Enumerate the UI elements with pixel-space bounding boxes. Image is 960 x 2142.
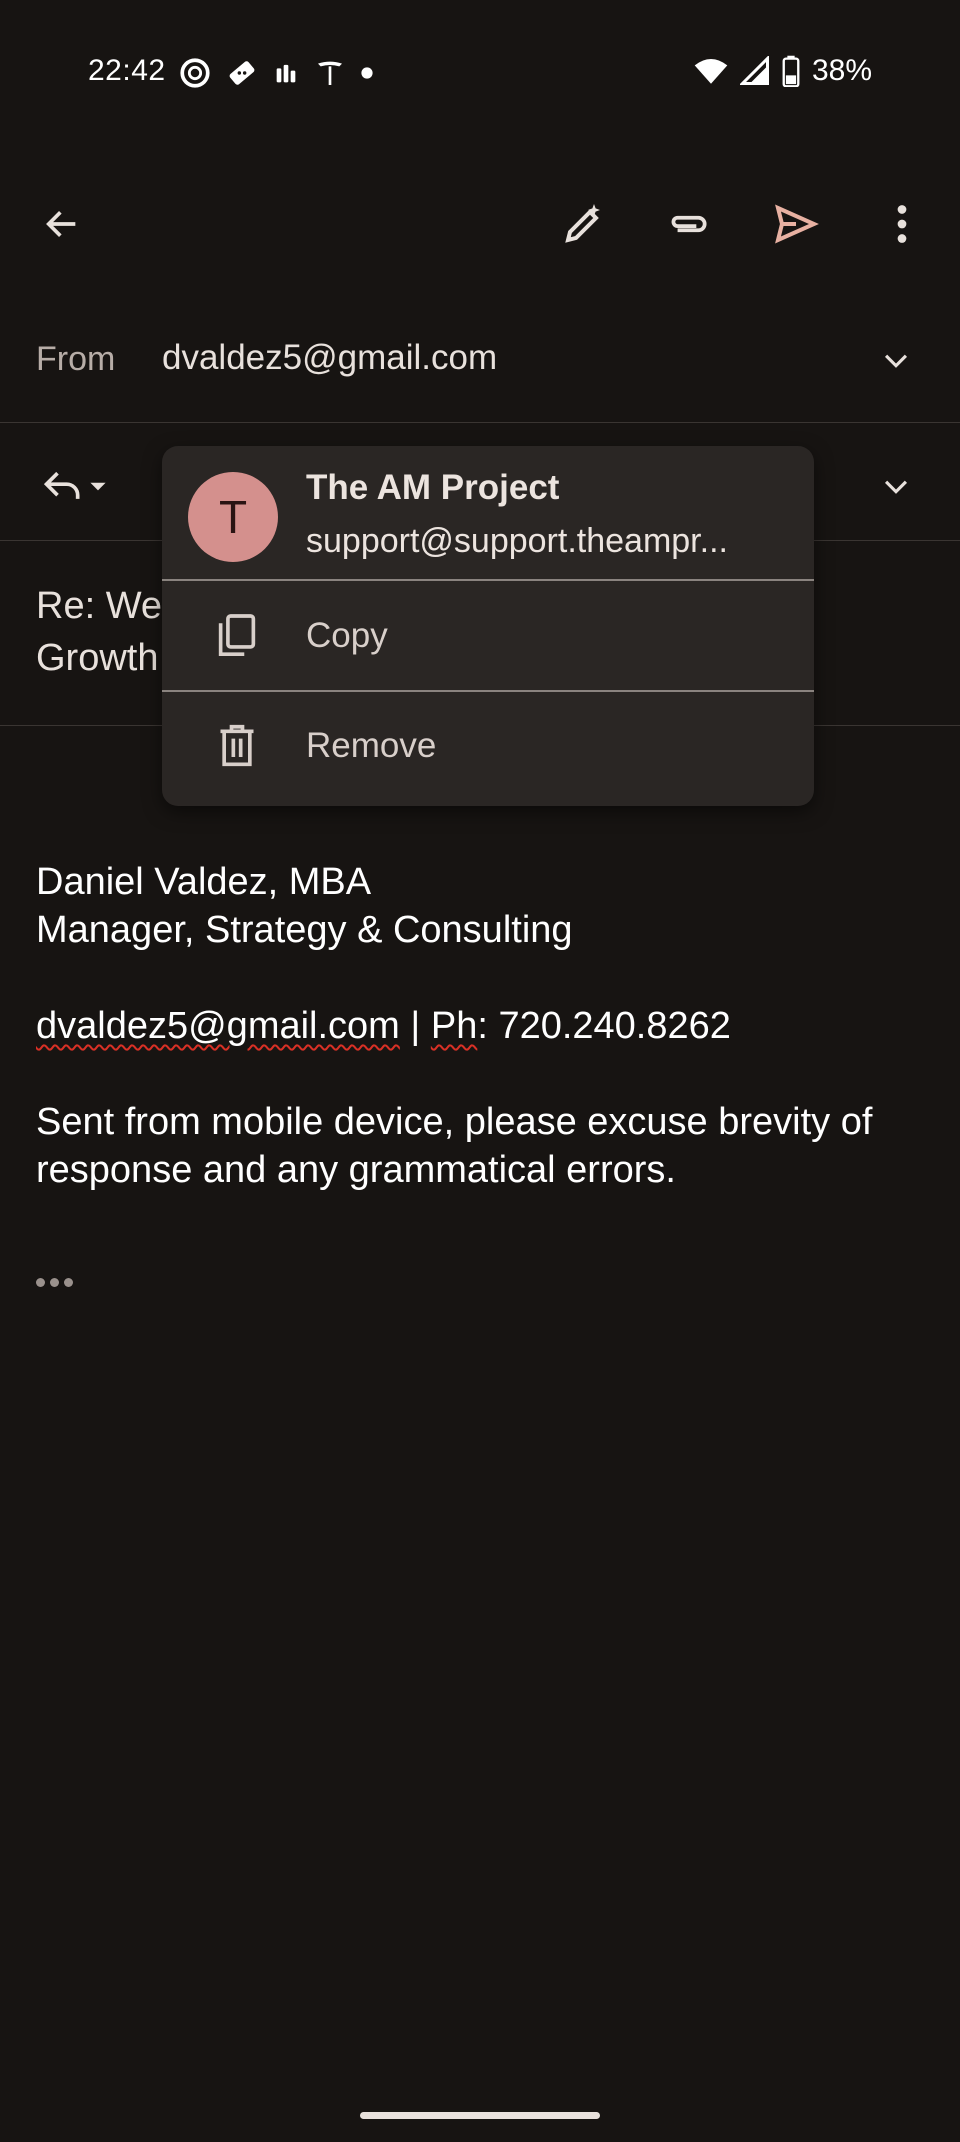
reply-type-button[interactable] (26, 450, 126, 522)
copy-menu-item[interactable]: Copy (162, 582, 814, 690)
dot-icon (361, 67, 373, 79)
chatgpt-icon (180, 58, 210, 88)
from-address[interactable]: dvaldez5@gmail.com (162, 338, 497, 378)
battery-percent: 38% (811, 54, 872, 87)
phone-prefix: Ph (430, 1005, 478, 1047)
chevron-down-icon (884, 480, 908, 494)
copy-icon (218, 614, 256, 656)
from-expand-button[interactable] (860, 324, 932, 396)
dropdown-arrow-icon (90, 482, 106, 491)
more-options-button[interactable] (866, 188, 938, 260)
status-right: 38% (694, 54, 872, 88)
signature-title: Manager, Strategy & Consulting (36, 909, 573, 951)
back-arrow-icon (46, 211, 76, 237)
remove-menu-item[interactable]: Remove (162, 692, 814, 800)
subject-line-2: Growth (36, 637, 159, 679)
subject-field[interactable]: Re: We Growth (36, 580, 162, 684)
wifi-icon (694, 58, 728, 84)
remove-label: Remove (306, 726, 437, 765)
status-time: 22:42 (88, 54, 166, 87)
ticket-icon (229, 61, 255, 85)
battery-icon (782, 55, 800, 87)
attachment-icon (671, 215, 707, 233)
status-notification-icons (178, 56, 374, 90)
disclaimer-line-1: Sent from mobile device, please excuse b… (36, 1101, 873, 1143)
stepper-icon (276, 64, 296, 83)
tesla-icon (318, 61, 342, 85)
chevron-down-icon (884, 354, 908, 368)
ai-write-button[interactable] (546, 188, 618, 260)
show-trimmed-content-button[interactable] (36, 1278, 73, 1287)
back-button[interactable] (26, 188, 98, 260)
more-vert-icon (897, 205, 907, 243)
subject-line-1: Re: We (36, 585, 163, 627)
reply-icon (43, 471, 80, 499)
trash-icon (220, 724, 254, 767)
signature-contact: dvaldez5@gmail.com | Ph: 720.240.8262 (36, 1002, 731, 1050)
contact-name: The AM Project (306, 468, 560, 507)
phone-number: : 720.240.8262 (477, 1005, 731, 1047)
recipient-popup-menu: T The AM Project support@support.theampr… (162, 446, 814, 806)
ai-pencil-icon (565, 204, 600, 243)
disclaimer-line-2: response and any grammatical errors. (36, 1149, 676, 1191)
separator: | (399, 1005, 431, 1047)
signal-icon (739, 56, 769, 85)
send-button[interactable] (760, 188, 832, 260)
signature-name: Daniel Valdez, MBA (36, 861, 372, 903)
signature-email: dvaldez5@gmail.com (36, 1005, 400, 1047)
contact-email: support@support.theampr... (306, 522, 728, 560)
attach-button[interactable] (652, 188, 724, 260)
avatar: T (188, 472, 278, 562)
recipients-expand-button[interactable] (860, 450, 932, 522)
home-gesture-bar[interactable] (360, 2112, 600, 2119)
popup-divider (162, 579, 814, 581)
from-label: From (36, 340, 116, 378)
send-icon (775, 204, 819, 244)
copy-label: Copy (306, 616, 388, 655)
divider-from (0, 422, 960, 423)
